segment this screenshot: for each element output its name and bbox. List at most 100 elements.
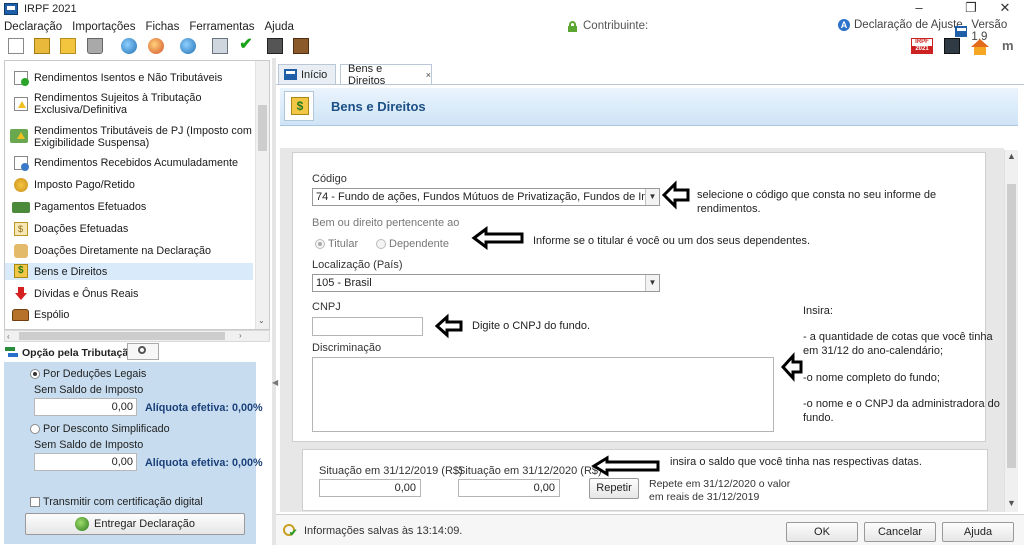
globe-receipt-icon[interactable]	[148, 38, 164, 54]
localizacao-select[interactable]: 105 - Brasil ▼	[312, 274, 660, 292]
menu-ajuda[interactable]: Ajuda	[260, 21, 299, 33]
irpf-icon[interactable]: IRPF 2021	[911, 38, 933, 54]
lock-icon	[568, 20, 577, 32]
page-icon-box	[284, 91, 314, 121]
desconto-simplificado-radio[interactable]	[30, 424, 40, 434]
sidebar-item-label: Doações Diretamente na Declaração	[34, 245, 212, 257]
open-file-icon[interactable]	[34, 38, 50, 54]
tax-search-button[interactable]	[127, 343, 159, 360]
minimize-button[interactable]: –	[904, 0, 934, 18]
sidebar-item-label-line2: Exigibilidade Suspensa)	[34, 137, 150, 149]
menu-declaracao[interactable]: Declaração	[0, 21, 67, 33]
menu-ferramentas[interactable]: Ferramentas	[184, 21, 259, 33]
chevron-down-icon[interactable]: ▼	[1007, 498, 1016, 508]
chevron-down-icon[interactable]: ⌄	[258, 316, 265, 325]
swap-arrows-icon	[5, 346, 18, 358]
sit2019-input[interactable]: 0,00	[319, 479, 421, 497]
sidebar-item-pagamentos[interactable]: Pagamentos Efetuados	[5, 199, 253, 215]
content-vertical-scrollbar[interactable]: ▲ ▼	[1004, 150, 1018, 512]
tree-hscroll-thumb[interactable]	[19, 332, 225, 340]
irpf-badge-text: IRPF	[915, 39, 929, 45]
deducoes-legais-radio[interactable]	[30, 369, 40, 379]
folder-icon[interactable]	[60, 38, 76, 54]
tree-horizontal-scrollbar[interactable]: ‹ ›	[4, 330, 270, 342]
menu-fichas[interactable]: Fichas	[140, 21, 184, 33]
status-bar: ✔ Informações salvas às 13:14:09. OK Can…	[276, 514, 1024, 545]
globe-windows-icon[interactable]	[180, 38, 196, 54]
globe-transmit-icon[interactable]	[121, 38, 137, 54]
titular-label: Titular	[328, 238, 359, 250]
titular-radio[interactable]	[315, 239, 325, 249]
arrow-left-titular-icon	[471, 226, 524, 250]
annotation-insira-line2: em 31/12 do ano-calendário;	[803, 345, 944, 357]
splitter-collapse-icon[interactable]: ◀	[272, 378, 278, 387]
trash-icon[interactable]	[87, 38, 103, 54]
sidebar-item-rend-isentos[interactable]: Rendimentos Isentos e Não Tributáveis	[5, 70, 253, 86]
printer-icon[interactable]	[212, 38, 228, 54]
cnpj-input[interactable]	[312, 317, 423, 336]
tab-bens-direitos[interactable]: Bens e Direitos ×	[340, 63, 432, 87]
sidebar-item-rend-pj-suspensa[interactable]: Rendimentos Tributáveis de PJ (Imposto c…	[5, 123, 253, 151]
discriminacao-textarea[interactable]	[312, 357, 774, 432]
close-tab-icon[interactable]: ×	[426, 70, 431, 80]
calculator-icon[interactable]	[267, 38, 283, 54]
sidebar-item-bens-direitos[interactable]: $ Bens e Direitos	[5, 263, 253, 280]
arrow-left-saldo-icon	[591, 455, 660, 477]
left-panel: Rendimentos Isentos e Não Tributáveis Re…	[0, 58, 272, 545]
desconto-simplificado-value: 0,00	[34, 453, 137, 471]
discriminacao-label: Discriminação	[312, 342, 382, 354]
app-icon	[4, 3, 18, 15]
tab-inicio[interactable]: Início	[278, 64, 336, 84]
sidebar-item-label: Rendimentos Recebidos Acumuladamente	[34, 157, 239, 169]
chevron-down-icon[interactable]: ▼	[645, 275, 659, 291]
entregar-declaracao-button[interactable]: Entregar Declaração	[25, 513, 245, 535]
chevron-left-icon[interactable]: ‹	[7, 332, 10, 341]
repetir-button[interactable]: Repetir	[589, 478, 639, 499]
sidebar-item-doacoes-efetuadas[interactable]: $ Doações Efetuadas	[5, 221, 253, 237]
sidebar-item-rend-exclusiva[interactable]: Rendimentos Sujeitos à Tributação Exclus…	[5, 90, 253, 118]
sidebar-item-imposto-pago[interactable]: Imposto Pago/Retido	[5, 177, 253, 193]
sidebar-item-dividas[interactable]: Dívidas e Ônus Reais	[5, 286, 253, 302]
sidebar-item-espolio[interactable]: Espólio	[5, 307, 253, 323]
annotation-insira-line5: fundo.	[803, 412, 834, 424]
contribuinte-indicator: Contribuinte:	[568, 20, 648, 32]
blackboard-icon[interactable]	[944, 38, 960, 54]
menu-importacoes[interactable]: Importações	[67, 21, 140, 33]
arrow-left-cnpj-icon	[434, 313, 463, 339]
chevron-down-icon[interactable]: ▼	[645, 189, 659, 205]
new-file-icon[interactable]	[8, 38, 24, 54]
home-icon[interactable]	[971, 38, 989, 55]
tree-scroll-thumb[interactable]	[258, 105, 267, 151]
sit2020-input[interactable]: 0,00	[458, 479, 560, 497]
restore-button[interactable]: ❐	[956, 0, 986, 18]
ok-button[interactable]: OK	[786, 522, 858, 542]
chevron-right-icon[interactable]: ›	[239, 331, 242, 340]
chevron-up-icon[interactable]: ▲	[1007, 151, 1016, 161]
annotation-insira-line3: -o nome completo do fundo;	[803, 372, 940, 384]
dependente-label: Dependente	[389, 238, 449, 250]
declaracao-ajuste-link[interactable]: A Declaração de Ajuste	[838, 19, 963, 31]
desconto-simplificado-aliquota: Alíquota efetiva: 0,00%	[145, 457, 263, 469]
close-button[interactable]: ✕	[990, 0, 1020, 18]
content-scroll-thumb[interactable]	[1007, 184, 1016, 468]
book-help-icon[interactable]	[293, 38, 309, 54]
sidebar-item-label: Rendimentos Isentos e Não Tributáveis	[34, 72, 223, 84]
status-message: Informações salvas às 13:14:09.	[304, 525, 463, 537]
m-logo-icon[interactable]: m	[1002, 38, 1018, 54]
cancel-button[interactable]: Cancelar	[864, 522, 936, 542]
money-warning-icon	[10, 129, 28, 143]
repetir-note-line1: Repete em 31/12/2020 o valor	[649, 478, 791, 490]
tree-vertical-scrollbar[interactable]: ⌄	[255, 61, 269, 329]
deducoes-legais-sub: Sem Saldo de Imposto	[34, 384, 144, 396]
dependente-radio[interactable]	[376, 239, 386, 249]
verify-check-icon[interactable]: ✔	[238, 37, 254, 54]
help-button[interactable]: Ajuda	[942, 522, 1014, 542]
clock-doc-icon	[14, 156, 29, 171]
panel-splitter[interactable]: ◀	[272, 58, 278, 545]
certificacao-digital-checkbox[interactable]	[30, 497, 40, 507]
sidebar-item-rend-acumuladamente[interactable]: Rendimentos Recebidos Acumuladamente	[5, 155, 253, 171]
sidebar-item-doacoes-diretamente[interactable]: Doações Diretamente na Declaração	[5, 243, 253, 259]
codigo-select-value: 74 - Fundo de ações, Fundos Mútuos de Pr…	[316, 191, 659, 203]
irpf-badge-year: 2021	[912, 46, 932, 53]
codigo-select[interactable]: 74 - Fundo de ações, Fundos Mútuos de Pr…	[312, 188, 660, 206]
